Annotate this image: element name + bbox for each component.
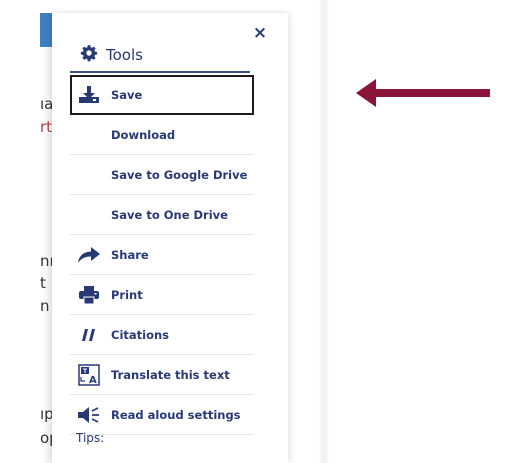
menu-item-label: Save to Google Drive [111,167,248,182]
printer-icon [78,284,100,306]
menu-item-label: Citations [111,327,170,342]
download-icon [78,84,100,106]
menu-item-save-to-one-drive[interactable]: Save to One Drive [70,195,254,235]
menu-item-share[interactable]: Share [70,235,254,275]
quote-icon [78,324,100,346]
menu-item-print[interactable]: Print [70,275,254,315]
menu-item-download[interactable]: Download [70,115,254,155]
menu-item-label: Save to One Drive [111,207,228,222]
translate-icon: A [78,363,100,386]
menu-item-read-aloud-settings[interactable]: Read aloud settings [70,395,254,435]
tools-menu: Save Download Save to Google Drive Save … [70,75,254,435]
tips-label: Tips: [76,431,105,445]
page-divider [318,0,330,463]
menu-item-label: Save [111,87,143,102]
svg-text:A: A [89,375,97,386]
pointer-arrow-icon [356,79,490,107]
menu-item-save-to-google-drive[interactable]: Save to Google Drive [70,155,254,195]
gear-icon [80,44,98,66]
share-arrow-icon [78,244,100,266]
menu-item-label: Share [111,247,149,262]
page-text-fragment: n [40,297,50,315]
menu-item-label: Download [111,127,176,142]
menu-item-label: Print [111,287,143,302]
panel-title-label: Tools [106,46,143,64]
menu-item-label: Translate this text [111,367,230,382]
menu-item-translate[interactable]: A Translate this text [70,355,254,395]
close-button[interactable]: × [251,23,269,43]
page-text-fragment: t [40,274,46,292]
page-text-fragment: rt [40,118,53,136]
menu-item-citations[interactable]: Citations [70,315,254,355]
title-underline [70,71,250,73]
tools-panel: × Tools Save Download Save to Google Dri… [52,13,288,463]
menu-item-save[interactable]: Save [70,75,254,115]
menu-item-label: Read aloud settings [111,407,241,422]
speaker-icon [78,404,100,426]
panel-title: Tools [80,43,143,67]
